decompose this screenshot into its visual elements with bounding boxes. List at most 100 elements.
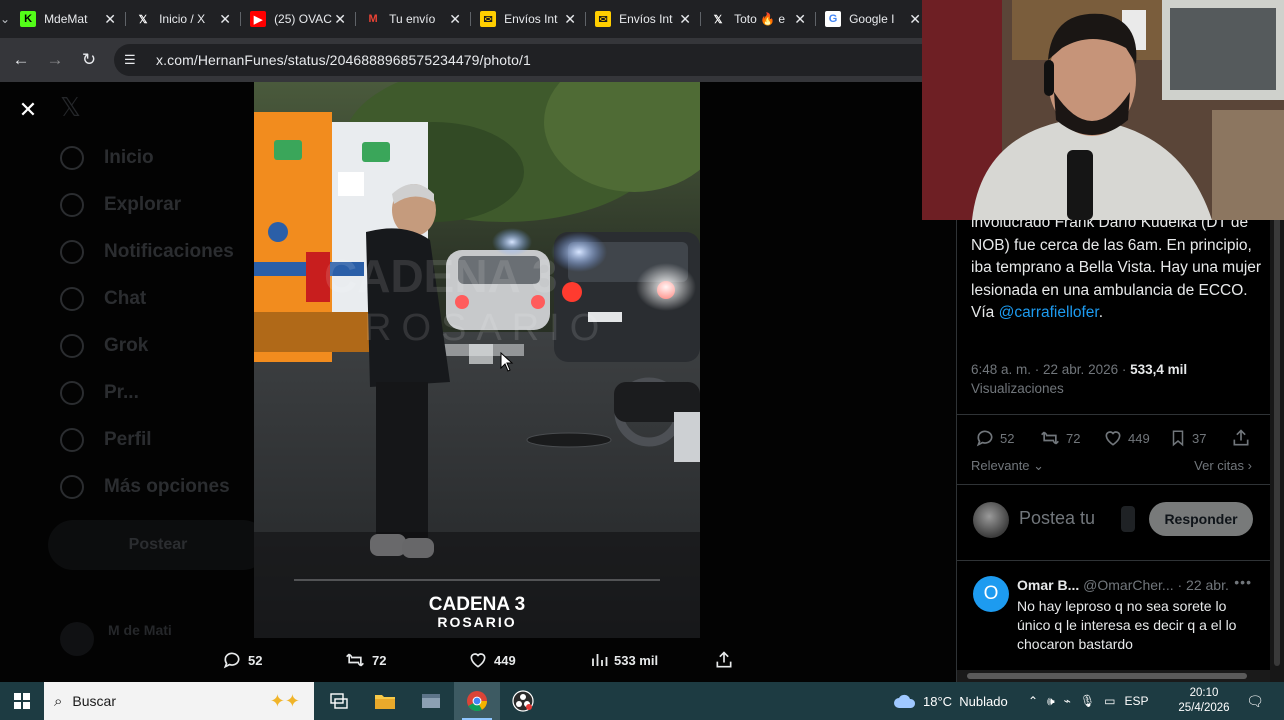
browser-tab[interactable]: 𝕏 Inicio / X ✕ [125,0,240,38]
chevron-down-icon: ⌄ [1033,458,1045,473]
photo-like-count: 449 [494,652,516,668]
microphone-icon[interactable]: 🎙 [1080,694,1095,708]
correo-icon: ✉ [595,11,612,27]
sidebar-nav-item[interactable]: Chat [60,287,146,311]
file-explorer-icon[interactable] [362,682,408,720]
sidebar-nav-item[interactable]: Más opciones [60,475,230,499]
comment-author-name[interactable]: Omar B... [1017,577,1079,593]
clock-time: 20:10 [1189,687,1219,699]
like-action[interactable]: 449 [1103,428,1150,448]
sidebar-nav-label: Notificaciones [104,241,234,262]
nav-icon [60,428,84,452]
back-icon[interactable]: ← [4,43,38,77]
forward-icon[interactable]: → [38,43,72,77]
bookmark-action[interactable]: 37 [1169,428,1206,448]
sidebar-nav-item[interactable]: Pr... [60,381,139,405]
volume-icon[interactable]: 🕪 [1047,694,1055,709]
notification-icon[interactable]: 🗨 [1244,690,1266,712]
network-icon[interactable]: ▭ [1104,694,1115,708]
photo-views-action[interactable]: 533 mil [590,648,658,672]
photo-reply-action[interactable]: 52 [222,648,262,672]
sidebar-nav-item[interactable]: Explorar [60,193,181,217]
cloud-icon [894,694,916,708]
close-tab-icon[interactable]: ✕ [908,11,922,28]
comment-handle[interactable]: @OmarCher... [1083,577,1173,593]
heart-icon [1105,431,1121,446]
comment-date[interactable]: · 22 abr. [1177,577,1228,593]
usb-icon[interactable]: ⌁ [1064,694,1071,708]
repost-action[interactable]: 72 [1039,428,1080,448]
windows-logo-icon [14,693,30,709]
address-bar[interactable]: ☰ x.com/HernanFunes/status/2046888968575… [114,44,922,76]
reload-icon[interactable]: ↻ [72,43,106,77]
horizontal-scrollbar[interactable] [957,670,1271,682]
sidebar-nav-item[interactable]: Notificaciones [60,240,234,264]
close-tab-icon[interactable]: ✕ [448,11,462,28]
windows-taskbar: ⌕ Buscar ✦✦ 18°C Nublado ⌃ 🕪 ⌁ 🎙 ▭ ESP 2… [0,682,1284,720]
browser-tab[interactable]: ✉ Envíos Int ✕ [470,0,585,38]
sidebar-nav-label: Pr... [104,382,139,403]
tab-title: Toto 🔥 e [734,12,786,26]
browser-tab[interactable]: K MdeMat ✕ [10,0,125,38]
bookmark-count: 37 [1192,430,1207,446]
reply-button[interactable]: Responder [1149,502,1253,536]
browser-tab[interactable]: G Google I ✕ [815,0,930,38]
vertical-scrollbar[interactable] [1270,210,1284,682]
weather-widget[interactable]: 18°C Nublado [893,682,1008,720]
app-window-icon[interactable] [408,682,454,720]
tweet-timestamp[interactable]: 6:48 a. m. · 22 abr. 2026 · [971,362,1130,377]
photo-repost-action[interactable]: 72 [344,648,386,672]
photo-like-action[interactable]: 449 [468,648,516,672]
nav-icon [60,193,84,217]
nav-icon [60,240,84,264]
reply-input[interactable]: Postea tu [1019,508,1095,529]
comment-avatar[interactable]: O [973,576,1009,612]
close-tab-icon[interactable]: ✕ [103,11,117,28]
site-info-icon[interactable]: ☰ [124,52,142,68]
webcam-overlay [922,0,1284,220]
close-tab-icon[interactable]: ✕ [793,11,807,28]
quotes-label: Ver citas [1194,458,1245,473]
tab-search-icon[interactable]: ⌄ [0,0,10,38]
share-action[interactable] [1231,428,1256,448]
gmail-icon: M [368,13,378,25]
accident-scene-image: CADENA 3 ROSARIO CADENA 3 ROSARIO [254,82,700,638]
sidebar-nav-item[interactable]: Grok [60,334,148,358]
close-tab-icon[interactable]: ✕ [563,11,577,28]
bookmark-icon [1172,430,1184,447]
clock[interactable]: 20:10 25/4/2026 [1168,686,1240,716]
obs-icon[interactable] [500,682,546,720]
language-indicator[interactable]: ESP [1124,694,1148,708]
windows-start-button[interactable] [0,682,44,720]
browser-tab[interactable]: ✉ Envíos Int ✕ [585,0,700,38]
sidebar-nav-item[interactable]: Perfil [60,428,152,452]
more-options-icon[interactable]: ••• [1234,574,1252,590]
bg-watermark-2: ROSARIO [364,307,609,349]
photo-share-action[interactable] [714,648,740,672]
chevron-up-icon[interactable]: ⌃ [1028,694,1038,708]
chrome-icon[interactable] [454,682,500,720]
sidebar-nav-item[interactable]: Inicio [60,146,154,170]
sort-dropdown[interactable]: Relevante ⌄ [971,458,1044,474]
close-tab-icon[interactable]: ✕ [218,11,232,28]
nav-icon [60,287,84,311]
view-quotes-link[interactable]: Ver citas › [1194,458,1252,473]
close-tab-icon[interactable]: ✕ [678,11,692,28]
browser-tab[interactable]: 𝕏 Toto 🔥 e ✕ [700,0,815,38]
account-avatar [60,622,94,656]
close-photo-button[interactable]: ✕ [14,96,42,124]
mention-link[interactable]: @carrafiellofer [999,304,1099,321]
nav-icon [60,381,84,405]
post-button[interactable]: Postear [48,520,268,570]
close-tab-icon[interactable]: ✕ [333,11,347,28]
repost-count: 72 [1066,430,1081,446]
share-icon [716,651,732,668]
browser-tab[interactable]: M Tu envío ✕ [355,0,470,38]
task-view-icon[interactable] [316,682,362,720]
taskbar-search[interactable]: ⌕ Buscar ✦✦ [44,682,314,720]
browser-tab[interactable]: ▶ (25) OVAC ✕ [240,0,355,38]
user-avatar [973,502,1009,538]
reply-action[interactable]: 52 [975,428,1014,448]
tab-title: Tu envío [389,12,436,26]
comment-header: Omar B... @OmarCher... · 22 abr. [1017,577,1257,593]
